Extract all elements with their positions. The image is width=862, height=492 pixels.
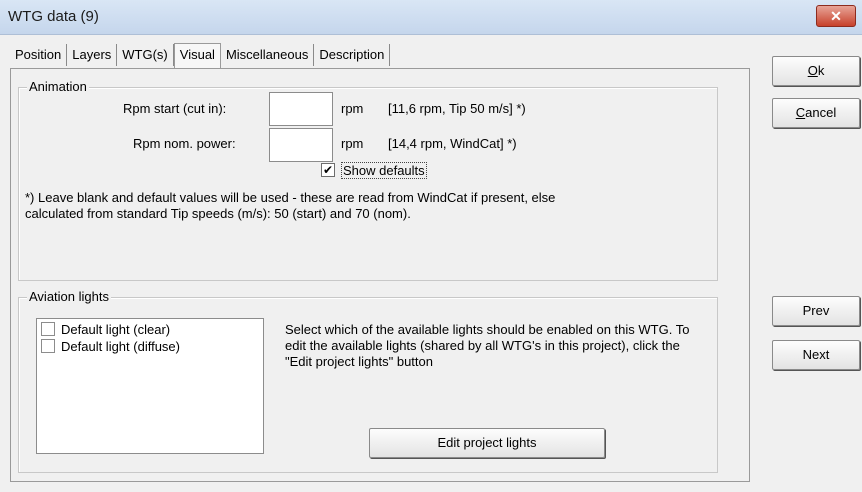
aviation-lights-group: Aviation lights Default light (clear) De… xyxy=(18,289,718,473)
aviation-group-label: Aviation lights xyxy=(27,289,111,304)
close-button[interactable]: ✕ xyxy=(816,5,856,27)
prev-button[interactable]: Prev xyxy=(772,296,860,326)
tab-position[interactable]: Position xyxy=(10,44,68,66)
show-defaults-label[interactable]: Show defaults xyxy=(341,162,427,179)
rpm-start-label: Rpm start (cut in): xyxy=(123,101,227,116)
window-title: WTG data (9) xyxy=(8,8,99,25)
list-item[interactable]: Default light (clear) xyxy=(41,322,170,337)
tab-visual[interactable]: Visual xyxy=(173,43,221,70)
tab-description[interactable]: Description xyxy=(314,44,391,66)
tab-strip: Position Layers WTG(s) Visual Miscellaneous D… xyxy=(10,43,391,70)
rpm-start-default: [11,6 rpm, Tip 50 m/s] *) xyxy=(388,101,526,116)
rpm-nom-input[interactable] xyxy=(269,128,333,162)
rpm-nom-default: [14,4 rpm, WindCat] *) xyxy=(388,136,517,151)
tab-miscellaneous[interactable]: Miscellaneous xyxy=(221,44,315,66)
ok-button[interactable]: Ok xyxy=(772,56,860,86)
lights-list[interactable]: Default light (clear) Default light (dif… xyxy=(36,318,264,454)
tab-layers[interactable]: Layers xyxy=(67,44,118,66)
light-checkbox[interactable] xyxy=(41,339,55,353)
next-button[interactable]: Next xyxy=(772,340,860,370)
rpm-nom-unit: rpm xyxy=(341,136,364,151)
animation-group: Animation Rpm start (cut in): rpm [11,6 … xyxy=(18,79,718,281)
cancel-button[interactable]: Cancel xyxy=(772,98,860,128)
animation-note: *) Leave blank and default values will b… xyxy=(25,190,556,221)
rpm-nom-label: Rpm nom. power: xyxy=(133,136,236,151)
rpm-start-input[interactable] xyxy=(269,92,333,126)
animation-group-label: Animation xyxy=(27,79,89,94)
close-icon: ✕ xyxy=(830,8,842,24)
show-defaults-checkbox[interactable]: ✔ xyxy=(321,163,335,177)
check-icon: ✔ xyxy=(322,163,334,177)
tab-wtgs[interactable]: WTG(s) xyxy=(117,44,174,66)
aviation-description: Select which of the available lights sho… xyxy=(285,322,690,369)
light-checkbox[interactable] xyxy=(41,322,55,336)
tab-panel: Animation Rpm start (cut in): rpm [11,6 … xyxy=(10,68,750,482)
edit-project-lights-button[interactable]: Edit project lights xyxy=(369,428,605,458)
list-item[interactable]: Default light (diffuse) xyxy=(41,339,180,354)
title-bar: WTG data (9) ✕ xyxy=(0,0,862,35)
rpm-start-unit: rpm xyxy=(341,101,364,116)
